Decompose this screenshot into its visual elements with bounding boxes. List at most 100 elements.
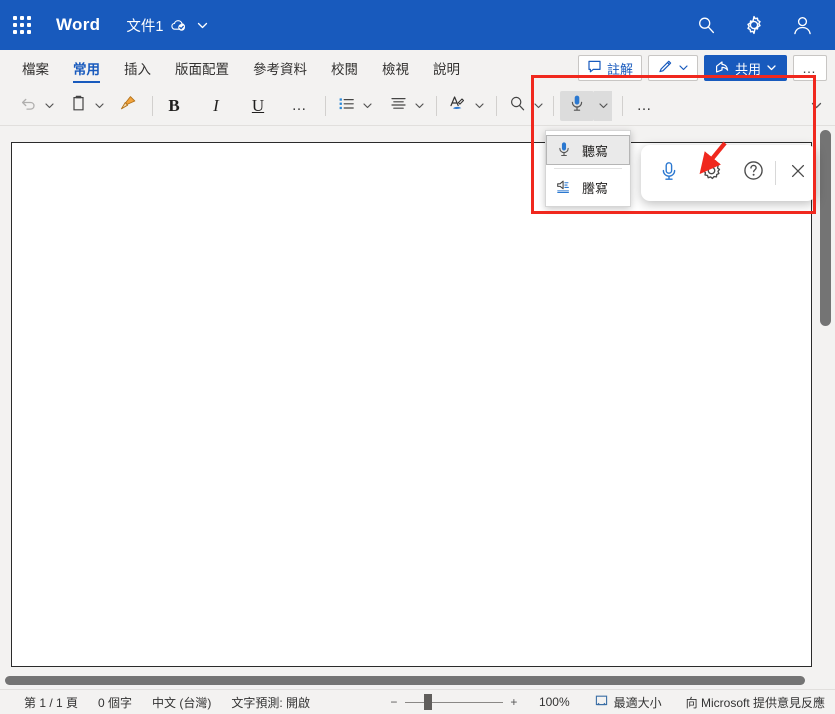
toolbar-divider (553, 95, 554, 116)
tab-home[interactable]: 常用 (61, 50, 112, 86)
search-chevron-down-icon[interactable] (531, 100, 545, 111)
ribbon-overflow-button[interactable]: … (793, 55, 827, 81)
zoom-in-button[interactable]: + (503, 692, 525, 712)
dictate-chevron-down-icon[interactable] (594, 90, 612, 121)
tab-review[interactable]: 校閱 (319, 50, 370, 86)
fit-to-window-label: 最適大小 (613, 695, 662, 710)
app-launcher-button[interactable] (0, 0, 44, 50)
app-name: Word (56, 15, 101, 34)
bullet-list-button[interactable] (332, 91, 360, 121)
help-icon (742, 159, 765, 187)
ribbon-actions: 註解 共用 … (577, 55, 835, 81)
dictation-help-button[interactable] (735, 153, 771, 193)
gear-icon[interactable] (735, 6, 773, 44)
zoom-slider-handle[interactable] (423, 694, 432, 710)
undo-chevron-down-icon[interactable] (42, 100, 56, 111)
toolbar-group-dictate (560, 90, 612, 121)
tab-insert[interactable]: 插入 (112, 50, 163, 86)
toolbar-divider (436, 95, 437, 116)
dictate-dropdown-menu: 聽寫 謄寫 (545, 130, 631, 207)
chevron-down-icon (678, 61, 689, 76)
ribbon-collapse-chevron-down-icon[interactable] (810, 99, 835, 112)
font-color-button[interactable] (443, 91, 472, 121)
status-bar: 第 1 / 1 頁 0 個字 中文 (台灣) 文字預測: 開啟 − + 100%… (0, 689, 835, 714)
status-bar-right: − + 100% 最適大小 向 Microsoft 提供意見反應 (383, 692, 835, 712)
comments-button[interactable]: 註解 (577, 55, 642, 81)
gear-icon (700, 159, 723, 187)
title-bar: Word 文件1 (0, 0, 835, 50)
undo-button[interactable] (14, 91, 42, 121)
fit-to-window-button[interactable]: 最適大小 (580, 693, 672, 711)
toolbar-overflow-button[interactable]: … (629, 91, 661, 121)
dictate-button[interactable] (560, 90, 594, 121)
underline-button[interactable]: U (243, 91, 273, 121)
feedback-link[interactable]: 向 Microsoft 提供意見反應 (672, 694, 825, 711)
bullet-list-chevron-down-icon[interactable] (360, 100, 374, 111)
align-button[interactable] (384, 91, 412, 121)
tab-file[interactable]: 檔案 (10, 50, 61, 86)
menu-item-dictate[interactable]: 聽寫 (546, 135, 630, 165)
font-color-icon (447, 93, 468, 119)
toolbar-divider (325, 95, 326, 116)
toolbar-group-find (503, 91, 545, 121)
paste-icon (69, 94, 88, 118)
italic-button[interactable]: I (201, 91, 231, 121)
text-prediction-indicator[interactable]: 文字預測: 開啟 (221, 694, 320, 711)
account-avatar-icon[interactable] (783, 6, 821, 44)
dictation-close-button[interactable] (780, 153, 816, 193)
language-indicator[interactable]: 中文 (台灣) (142, 694, 221, 711)
close-icon (789, 162, 807, 185)
ribbon-tab-bar: 檔案 常用 插入 版面配置 參考資料 校閱 檢視 說明 註解 共用 … (0, 50, 835, 86)
toolbar-group-font: B I U … (159, 91, 315, 121)
word-count[interactable]: 0 個字 (88, 694, 142, 711)
zoom-out-button[interactable]: − (383, 692, 405, 712)
editing-mode-button[interactable] (647, 55, 698, 81)
dictation-settings-button[interactable] (693, 153, 729, 193)
paste-chevron-down-icon[interactable] (92, 100, 106, 111)
zoom-slider[interactable] (404, 692, 503, 712)
comment-bubble-icon (587, 59, 602, 77)
search-icon[interactable] (687, 6, 725, 44)
pen-icon (657, 59, 673, 78)
format-painter-icon (118, 93, 138, 118)
align-chevron-down-icon[interactable] (412, 100, 426, 111)
microphone-icon (555, 140, 573, 161)
dictation-mic-button[interactable] (651, 153, 687, 193)
chevron-down-icon (766, 61, 777, 76)
bold-button[interactable]: B (159, 91, 189, 121)
document-title[interactable]: 文件1 (126, 15, 163, 36)
tab-references[interactable]: 參考資料 (241, 50, 319, 86)
search-button[interactable] (503, 91, 531, 121)
word-online-window: Word 文件1 檔案 常用 插入 版面配置 參考資料 校閱 檢視 說明 註解 … (0, 0, 835, 714)
share-label: 共用 (734, 61, 761, 77)
horizontal-scrollbar-thumb[interactable] (5, 676, 805, 685)
menu-item-transcribe[interactable]: 謄寫 (546, 172, 630, 202)
vertical-scrollbar-thumb[interactable] (820, 130, 831, 326)
share-button[interactable]: 共用 (703, 55, 787, 81)
toolbar-divider (622, 95, 623, 116)
comments-label: 註解 (606, 61, 633, 77)
speaker-transcribe-icon (555, 177, 573, 198)
search-icon (508, 94, 527, 118)
waffle-icon (13, 16, 31, 34)
page-indicator[interactable]: 第 1 / 1 頁 (14, 694, 88, 711)
title-bar-actions (687, 6, 835, 44)
zoom-level-value[interactable]: 100% (525, 695, 580, 709)
paste-button[interactable] (64, 91, 92, 121)
document-menu-chevron-down-icon[interactable] (196, 19, 209, 32)
format-painter-button[interactable] (114, 91, 142, 121)
bullet-list-icon (337, 94, 356, 118)
toolbar-group-styles (443, 91, 486, 121)
tab-view[interactable]: 檢視 (370, 50, 421, 86)
toolbar-divider (152, 95, 153, 116)
undo-icon (19, 94, 38, 118)
tab-layout[interactable]: 版面配置 (163, 50, 241, 86)
align-icon (389, 94, 408, 118)
document-canvas (0, 127, 835, 689)
toolbar-group-paragraph (332, 91, 426, 121)
zoom-slider-rail (404, 701, 503, 703)
document-page[interactable] (11, 142, 812, 667)
font-more-button[interactable]: … (285, 91, 315, 121)
tab-help[interactable]: 說明 (421, 50, 472, 86)
font-color-chevron-down-icon[interactable] (472, 100, 486, 111)
